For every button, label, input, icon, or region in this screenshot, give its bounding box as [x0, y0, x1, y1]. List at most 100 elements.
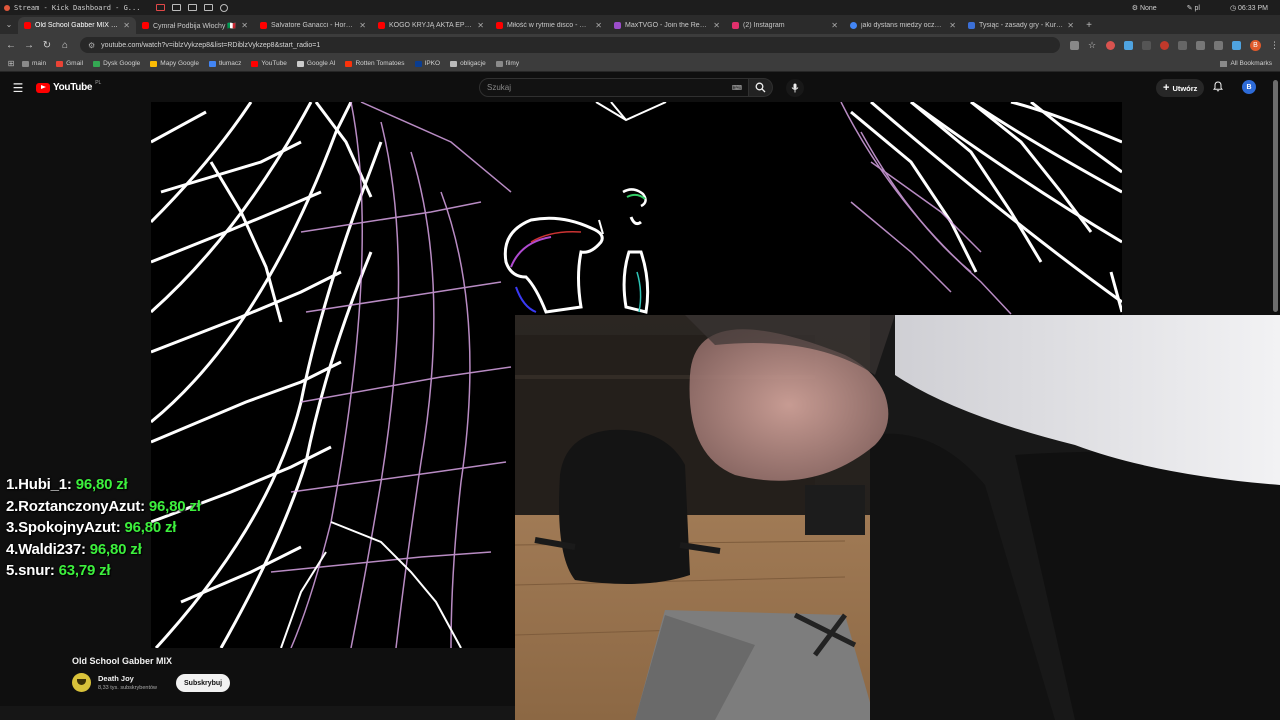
os-workspace-icons[interactable] [156, 3, 228, 12]
webcam-overlay [515, 315, 1280, 720]
bookmarks-bar: ⊞ main Gmail Dysk Google Mapy Google tłu… [0, 56, 1280, 72]
url-field[interactable]: ⚙ youtube.com/watch?v=iblzVykzep8&list=R… [80, 37, 1060, 53]
workspace-3-icon[interactable] [204, 4, 213, 11]
translate-icon [208, 60, 216, 67]
bookmark-maps[interactable]: Mapy Google [150, 60, 199, 67]
voice-search-button[interactable] [786, 79, 804, 97]
bookmark-rotten-tomatoes[interactable]: Rotten Tomatoes [345, 60, 405, 67]
tab-epstein[interactable]: KOGO KRYJĄ AKTA EPSTEIN ✕ [372, 17, 490, 34]
leaderboard-row: 1.Hubi_1: 96,80 zł [6, 474, 201, 496]
bookmark-ipko[interactable]: IPKO [414, 60, 440, 67]
tab-youtube-gabber[interactable]: Old School Gabber MIX - You ✕ [18, 17, 136, 34]
search-button[interactable] [749, 78, 773, 97]
os-clock[interactable]: ◷ 06:33 PM [1230, 4, 1268, 12]
rank: 3. [6, 519, 19, 536]
link-icon[interactable] [220, 3, 228, 12]
close-tab-icon[interactable]: ✕ [595, 21, 602, 30]
leaderboard-row: 4.Waldi237: 96,80 zł [6, 539, 201, 561]
downloads-icon[interactable] [1232, 40, 1241, 50]
tab-google-search[interactable]: jaki dystans miedzy oczami ✕ [844, 17, 962, 34]
all-bookmarks[interactable]: All Bookmarks [1220, 60, 1280, 67]
new-tab-icon[interactable]: + [1080, 17, 1098, 34]
tab-kurnik[interactable]: Tysiąc - zasady gry - Kurnik ✕ [962, 17, 1080, 34]
youtube-wordmark: YouTube [53, 82, 93, 93]
workspace-2-icon[interactable] [188, 4, 197, 11]
close-tab-icon[interactable]: ✕ [477, 21, 484, 30]
extension-blue-icon[interactable] [1124, 40, 1133, 50]
bookmark-google-ai[interactable]: Google AI [296, 60, 335, 67]
tab-label: MaxTVGO - Join the Revolu [625, 22, 710, 29]
url-text: youtube.com/watch?v=iblzVykzep8&list=RDi… [101, 41, 321, 49]
tab-search-icon[interactable]: ⌄ [0, 15, 18, 34]
apps-grid-icon[interactable]: ⊞ [0, 59, 22, 68]
bookmark-youtube[interactable]: YouTube [251, 60, 287, 67]
instagram-favicon-icon [732, 22, 739, 29]
os-top-bar: Stream - Kick Dashboard - G... ⚙ None ✎ … [0, 0, 1280, 15]
tab-label: KOGO KRYJĄ AKTA EPSTEIN [389, 22, 474, 29]
tab-maxtvgo[interactable]: MaxTVGO - Join the Revolu ✕ [608, 17, 726, 34]
avatar-letter: B [1246, 83, 1252, 91]
bookmark-main[interactable]: main [22, 60, 46, 67]
close-tab-icon[interactable]: ✕ [123, 21, 130, 30]
cast-icon[interactable] [1070, 40, 1079, 50]
leaderboard-row: 2.RoztanczonyAzut: 96,80 zł [6, 496, 201, 518]
clock-label: 06:33 PM [1238, 4, 1268, 12]
forward-icon[interactable]: → [20, 40, 38, 51]
account-avatar[interactable]: B [1242, 80, 1256, 94]
page-icon [450, 60, 458, 67]
os-status-none[interactable]: ⚙ None [1132, 4, 1157, 12]
app-dot-icon [4, 4, 10, 11]
extension-red-icon[interactable] [1106, 40, 1115, 50]
close-tab-icon[interactable]: ✕ [713, 21, 720, 30]
keyboard-label: pl [1194, 4, 1200, 12]
profile-avatar[interactable]: B [1250, 39, 1261, 51]
obs-status-strip [0, 706, 515, 720]
video-title: Old School Gabber MIX [72, 656, 173, 666]
youtube-logo[interactable]: YouTube PL [36, 80, 101, 93]
scrollbar-thumb[interactable] [1273, 80, 1278, 312]
tab-salvatore[interactable]: Salvatore Ganacci - Horse (C ✕ [254, 17, 372, 34]
close-tab-icon[interactable]: ✕ [949, 21, 956, 30]
page-scrollbar[interactable] [1272, 74, 1279, 314]
back-icon[interactable]: ← [2, 40, 20, 51]
tab-groups-icon[interactable] [1214, 40, 1223, 50]
extensions-puzzle-icon[interactable] [1178, 40, 1187, 50]
record-icon[interactable] [156, 4, 165, 11]
site-info-icon[interactable]: ⚙ [88, 41, 95, 50]
hamburger-menu-icon[interactable]: ☰ [0, 81, 36, 95]
tab-cymral[interactable]: Cymrał Podbija Włochy 🇮🇹 ✕ [136, 17, 254, 34]
close-tab-icon[interactable]: ✕ [1067, 21, 1074, 30]
channel-name[interactable]: Death Joy [98, 674, 134, 683]
channel-avatar[interactable] [72, 673, 91, 692]
close-tab-icon[interactable]: ✕ [241, 21, 248, 30]
bookmark-star-icon[interactable]: ☆ [1088, 40, 1097, 50]
close-tab-icon[interactable]: ✕ [359, 21, 366, 30]
subscriber-count: 8,33 tys. subskrybentów [98, 685, 158, 691]
bookmark-filmy[interactable]: filmy [495, 60, 519, 67]
subscribe-button[interactable]: Subskrybuj [176, 674, 231, 692]
extension-gray-icon[interactable] [1142, 40, 1151, 50]
youtube-favicon-icon [260, 22, 267, 29]
sidepanel-icon[interactable] [1196, 40, 1205, 50]
top-center-grid [595, 102, 667, 122]
bookmark-obligacje[interactable]: obligacje [450, 60, 486, 67]
create-button[interactable]: + Utwórz [1156, 79, 1205, 97]
reload-icon[interactable]: ↻ [38, 40, 56, 51]
tab-instagram[interactable]: (2) Instagram ✕ [726, 17, 844, 34]
bookmark-gmail[interactable]: Gmail [56, 60, 83, 67]
bookmark-drive[interactable]: Dysk Google [93, 60, 140, 67]
donor-name: RoztanczonyAzut: [18, 497, 145, 515]
tab-disco[interactable]: Miłość w rytmie disco - Wład ✕ [490, 17, 608, 34]
extension-record-icon[interactable] [1160, 40, 1169, 50]
bank-icon [414, 60, 422, 67]
home-icon[interactable]: ⌂ [56, 40, 74, 51]
bookmark-translate[interactable]: tłumacz [208, 60, 241, 67]
workspace-1-icon[interactable] [172, 4, 181, 11]
os-keyboard-layout[interactable]: ✎ pl [1187, 4, 1200, 12]
close-tab-icon[interactable]: ✕ [831, 21, 838, 30]
search-input[interactable]: Szukaj ⌨ [479, 78, 749, 97]
notifications-bell-icon[interactable] [1212, 81, 1224, 95]
keyboard-icon[interactable]: ⌨ [732, 84, 742, 92]
menu-kebab-icon[interactable]: ⋮ [1270, 40, 1279, 50]
bookmark-label: Mapy Google [160, 60, 199, 67]
